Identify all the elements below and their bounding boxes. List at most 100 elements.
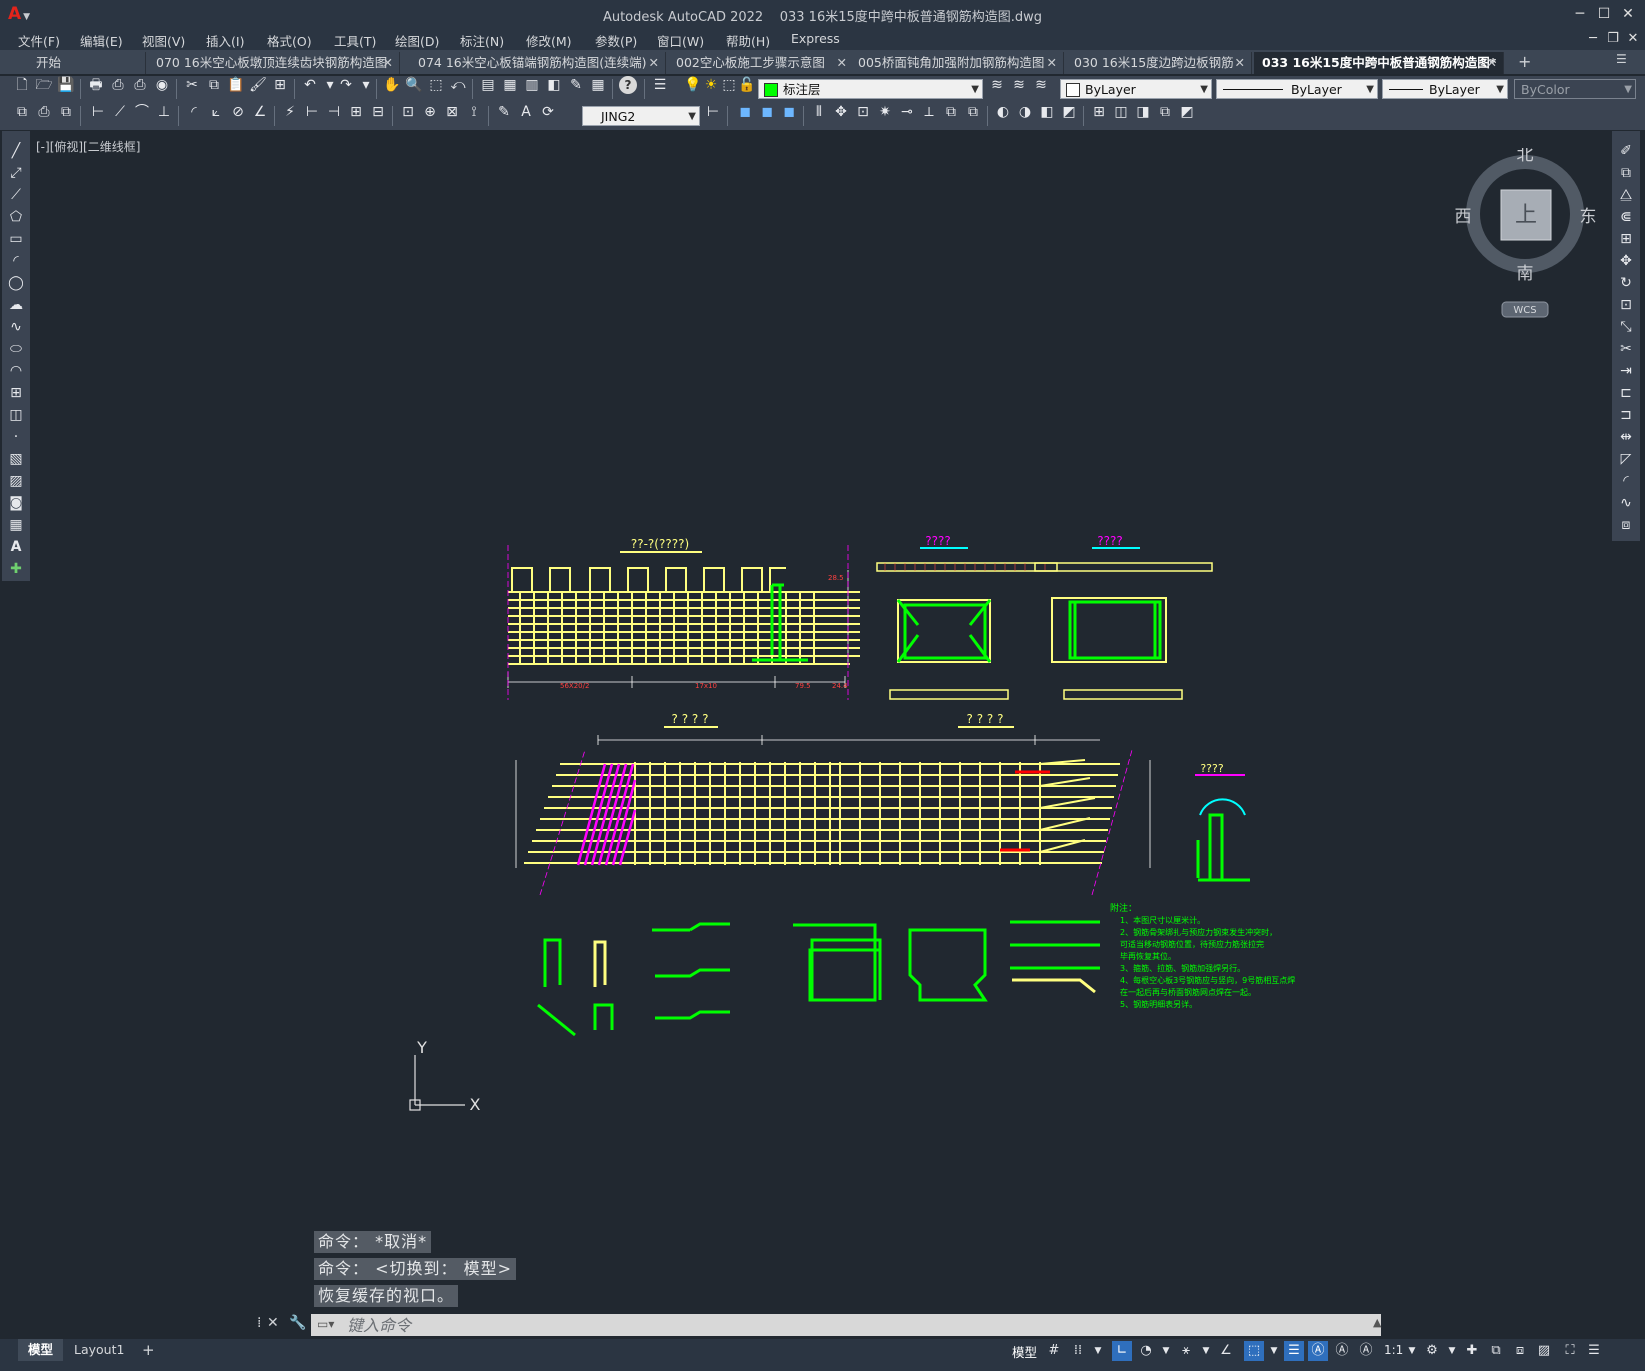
hatch-icon[interactable]: ▧	[6, 449, 26, 469]
paste-icon[interactable]: 📋	[227, 76, 245, 94]
line-icon[interactable]: ╱	[6, 141, 26, 161]
menu-dimension[interactable]: 标注(N)	[460, 31, 504, 50]
zoom-realtime-icon[interactable]: 🔍	[405, 76, 423, 94]
menu-view[interactable]: 视图(V)	[142, 31, 185, 50]
redo-icon[interactable]: ↷	[337, 76, 355, 94]
maximize-button[interactable]: ☐	[1592, 3, 1616, 25]
open-file-icon[interactable]: 🗁	[35, 76, 53, 94]
ellipse-arc-icon[interactable]: ◠	[6, 361, 26, 381]
hardware-acceleration-icon[interactable]: ⧈	[1510, 1341, 1530, 1361]
chevron-down-icon[interactable]: ▼	[1156, 1341, 1176, 1361]
array-icon[interactable]: ⊞	[1616, 229, 1636, 249]
tab-file-030[interactable]: 030 16米15度边跨边板钢筋 ✕	[1066, 52, 1252, 74]
angular-dim-icon[interactable]: ∠	[251, 103, 269, 121]
tab-file-005[interactable]: 005桥面钝角加强附加钢筋构造图 ✕	[850, 52, 1064, 74]
mirror-icon[interactable]: ⧋	[1616, 185, 1636, 205]
redo-dropdown-icon[interactable]: ▾	[357, 76, 375, 94]
inspect-icon[interactable]: ⊠	[443, 103, 461, 121]
viewport-freeze-icon[interactable]: ⬚	[720, 76, 738, 94]
spline-icon[interactable]: ∿	[6, 317, 26, 337]
region-icon[interactable]: ◙	[6, 493, 26, 513]
object-snap-tracking-icon[interactable]: ∠	[1216, 1341, 1236, 1361]
plot-icon[interactable]: ⎙	[131, 76, 149, 94]
tab-list-button[interactable]: ☰	[1616, 52, 1627, 66]
command-prompt-icon[interactable]: ▭▾	[317, 1317, 334, 1331]
color-dropdown[interactable]: ByLayer ▼	[1060, 79, 1212, 99]
trim-icon[interactable]: ✂	[1616, 339, 1636, 359]
offset-icon[interactable]: ⧉	[964, 103, 982, 121]
dim-space-icon[interactable]: ⊞	[347, 103, 365, 121]
radius-dim-icon[interactable]: ◜	[185, 103, 203, 121]
menu-help[interactable]: 帮助(H)	[726, 31, 770, 50]
calculator-icon[interactable]: ▦	[589, 76, 607, 94]
sun-icon[interactable]: ☀	[702, 76, 720, 94]
tab-file-074[interactable]: 074 16米空心板锚端钢筋构造图(连续端) ✕	[410, 52, 666, 74]
layer-dropdown[interactable]: 标注层 ▼	[758, 79, 983, 99]
ellipse-icon[interactable]: ⬭	[6, 339, 26, 359]
add-selected-icon[interactable]: ✚	[6, 559, 26, 579]
break-at-point-icon[interactable]: ⊏	[1616, 383, 1636, 403]
chamfer-icon[interactable]: ◸	[1616, 449, 1636, 469]
menu-format[interactable]: 格式(O)	[267, 31, 312, 50]
cut-icon[interactable]: ✂	[183, 76, 201, 94]
join-icon[interactable]: ⊸	[898, 103, 916, 121]
linetype-dropdown[interactable]: ByLayer ▼	[1216, 79, 1378, 99]
scale-icon[interactable]: ⊡	[1616, 295, 1636, 315]
stretch-icon[interactable]: ⤡	[1616, 317, 1636, 337]
doc-restore-button[interactable]: ❐	[1604, 28, 1622, 50]
explode-icon[interactable]: ⧈	[1616, 515, 1636, 535]
compass-north[interactable]: 北	[1517, 148, 1534, 165]
object-snap-icon[interactable]: ⬚	[1244, 1341, 1264, 1361]
zoom-window-icon[interactable]: ⬚	[427, 76, 445, 94]
plotstyle-dropdown[interactable]: ByColor ▼	[1514, 79, 1636, 99]
tab-start[interactable]: 开始	[28, 52, 146, 74]
properties-icon[interactable]: ▤	[479, 76, 497, 94]
help-icon[interactable]: ?	[619, 76, 637, 94]
insert-block-icon[interactable]: ⊞	[1090, 103, 1108, 121]
insert-block-icon[interactable]: ⊞	[6, 383, 26, 403]
chevron-down-icon[interactable]: ▼	[1402, 1341, 1422, 1361]
design-center-icon[interactable]: ▦	[501, 76, 519, 94]
close-icon[interactable]: ✕	[1047, 52, 1057, 74]
stretch-icon[interactable]: ✷	[876, 103, 894, 121]
region-icon[interactable]: ◐	[994, 103, 1012, 121]
tab-file-002[interactable]: 002空心板施工步骤示意图 ✕	[668, 52, 854, 74]
align-icon[interactable]: ⫴	[810, 103, 828, 121]
close-icon[interactable]: ✕	[837, 52, 847, 74]
chevron-down-icon[interactable]: ▼	[1264, 1341, 1284, 1361]
viewcube[interactable]: 上 北 南 西 东 WCS	[1455, 148, 1605, 318]
layer-states-icon[interactable]: ≋	[1032, 76, 1050, 94]
plus-icon[interactable]: ✚	[1462, 1341, 1482, 1361]
extend-icon[interactable]: ⇥	[1616, 361, 1636, 381]
wrench-icon[interactable]: 🔧	[289, 1315, 306, 1331]
isodraft-icon[interactable]: ⚹	[1176, 1341, 1196, 1361]
move-icon[interactable]: ✥	[1616, 251, 1636, 271]
command-input[interactable]	[311, 1314, 1381, 1336]
xref-icon[interactable]: ⧉	[1156, 103, 1174, 121]
move-icon[interactable]: ✥	[832, 103, 850, 121]
block-editor-icon[interactable]: ⊞	[271, 76, 289, 94]
compass-south[interactable]: 南	[1517, 264, 1534, 284]
new-file-icon[interactable]: 🗋	[13, 76, 31, 94]
image-icon[interactable]: ◩	[1178, 103, 1196, 121]
publish-icon[interactable]: ◉	[153, 76, 171, 94]
tool-palettes-icon[interactable]: ▥	[523, 76, 541, 94]
tab-layout1[interactable]: Layout1	[64, 1339, 134, 1361]
unlock-icon[interactable]: 🔓	[738, 76, 756, 94]
table-icon[interactable]: ▦	[6, 515, 26, 535]
blend-curves-icon[interactable]: ∿	[1616, 493, 1636, 513]
grid-icon[interactable]: #	[1044, 1341, 1064, 1361]
save-icon[interactable]: 💾	[57, 76, 75, 94]
print-icon[interactable]: 🖶	[87, 76, 105, 94]
jogged-dim-icon[interactable]: ⟀	[207, 103, 225, 121]
pan-icon[interactable]: ✋	[383, 76, 401, 94]
markup-icon[interactable]: ✎	[567, 76, 585, 94]
quick-select-icon[interactable]: ⧉	[13, 103, 31, 121]
chevron-down-icon[interactable]: ▼	[1442, 1341, 1462, 1361]
chevron-up-icon[interactable]: ▲	[1373, 1316, 1381, 1329]
menu-draw[interactable]: 绘图(D)	[395, 31, 439, 50]
match-properties-icon[interactable]: 🖌	[249, 76, 267, 94]
sheet-set-icon[interactable]: ◧	[545, 76, 563, 94]
dim-update-icon[interactable]: ⟳	[539, 103, 557, 121]
annotation-scale-icon[interactable]: Ⓐ	[1356, 1341, 1376, 1361]
